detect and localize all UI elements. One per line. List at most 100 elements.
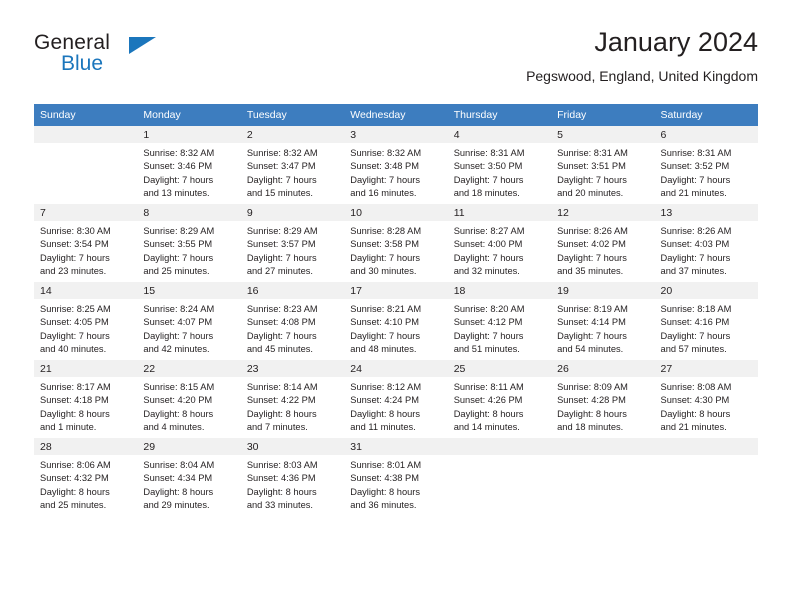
sunrise-text: Sunrise: 8:29 AM	[246, 226, 318, 236]
sunset-text: Sunset: 3:57 PM	[246, 239, 316, 250]
calendar-day-cell[interactable]: 28 Sunrise: 8:06 AM Sunset: 4:32 PM Dayligh…	[34, 438, 138, 516]
calendar-day-cell[interactable]: 2 Sunrise: 8:32 AM Sunset: 3:47 PM Daylight…	[240, 126, 345, 204]
sunset-text: Sunset: 3:50 PM	[453, 161, 523, 172]
day-number-bar: 7	[34, 204, 138, 221]
calendar-day-cell[interactable]: 1 Sunrise: 8:32 AM Sunset: 3:46 PM Daylight…	[137, 126, 241, 204]
calendar-day-cell[interactable]: 3 Sunrise: 8:32 AM Sunset: 3:48 PM Daylight…	[344, 126, 448, 204]
day-cell-inner: 30 Sunrise: 8:03 AM Sunset: 4:36 PM Dayligh…	[240, 438, 345, 516]
calendar-day-cell[interactable]: 19 Sunrise: 8:19 AM Sunset: 4:14 PM Dayligh…	[551, 282, 655, 360]
day-number-bar: 23	[240, 360, 345, 377]
day-number-bar: 19	[551, 282, 655, 299]
day-cell-inner: 1 Sunrise: 8:32 AM Sunset: 3:46 PM Daylight…	[137, 126, 241, 204]
sunset-text: Sunset: 4:26 PM	[453, 395, 523, 406]
daylight-text-line2: and 30 minutes.	[350, 266, 417, 277]
calendar-day-cell[interactable]: 14 Sunrise: 8:25 AM Sunset: 4:05 PM Dayligh…	[34, 282, 138, 360]
sunset-text: Sunset: 4:24 PM	[350, 395, 419, 406]
weekday-header-saturday: Saturday	[654, 104, 758, 126]
sunrise-text: Sunrise: 8:03 AM	[246, 460, 318, 470]
day-cell-inner: 22 Sunrise: 8:15 AM Sunset: 4:20 PM Dayligh…	[137, 360, 241, 438]
day-number: 1	[143, 129, 150, 141]
calendar-week-row: 7 Sunrise: 8:30 AM Sunset: 3:54 PM Daylight…	[34, 204, 758, 282]
day-cell-details: Sunrise: 8:29 AM Sunset: 3:55 PM Daylight:…	[137, 221, 240, 279]
calendar-day-cell[interactable]: 27 Sunrise: 8:08 AM Sunset: 4:30 PM Dayligh…	[654, 360, 758, 438]
calendar-day-cell[interactable]: 17 Sunrise: 8:21 AM Sunset: 4:10 PM Dayligh…	[344, 282, 448, 360]
calendar-day-cell[interactable]: 23 Sunrise: 8:14 AM Sunset: 4:22 PM Dayligh…	[240, 360, 345, 438]
day-number-bar: 20	[654, 282, 758, 299]
day-cell-details: Sunrise: 8:18 AM Sunset: 4:16 PM Daylight:…	[655, 299, 758, 357]
title-block: January 2024 Pegswood, England, United K…	[526, 26, 758, 86]
calendar-day-cell[interactable]: 6 Sunrise: 8:31 AM Sunset: 3:52 PM Daylight…	[654, 126, 758, 204]
sunrise-text: Sunrise: 8:17 AM	[40, 382, 111, 392]
calendar-day-cell[interactable]: 9 Sunrise: 8:29 AM Sunset: 3:57 PM Daylight…	[240, 204, 345, 282]
daylight-text-line1: Daylight: 7 hours	[350, 330, 421, 341]
day-number: 17	[350, 285, 362, 297]
calendar-day-cell[interactable]: 21 Sunrise: 8:17 AM Sunset: 4:18 PM Dayligh…	[34, 360, 138, 438]
daylight-text-line2: and 36 minutes.	[350, 500, 417, 511]
day-cell-inner: 14 Sunrise: 8:25 AM Sunset: 4:05 PM Dayligh…	[34, 282, 138, 360]
sunset-text: Sunset: 4:08 PM	[246, 317, 316, 328]
day-cell-inner: 11 Sunrise: 8:27 AM Sunset: 4:00 PM Dayligh…	[447, 204, 552, 282]
daylight-text-line2: and 23 minutes.	[40, 266, 107, 277]
calendar-day-cell[interactable]: 24 Sunrise: 8:12 AM Sunset: 4:24 PM Dayligh…	[344, 360, 448, 438]
calendar-day-cell[interactable]: 26 Sunrise: 8:09 AM Sunset: 4:28 PM Dayligh…	[551, 360, 655, 438]
calendar-day-cell[interactable]: 5 Sunrise: 8:31 AM Sunset: 3:51 PM Daylight…	[551, 126, 655, 204]
calendar-day-cell[interactable]: 22 Sunrise: 8:15 AM Sunset: 4:20 PM Dayligh…	[137, 360, 241, 438]
day-number: 20	[660, 285, 673, 297]
day-number-bar: 22	[137, 360, 241, 377]
daylight-text-line1: Daylight: 7 hours	[143, 174, 214, 185]
calendar-day-cell[interactable]: 4 Sunrise: 8:31 AM Sunset: 3:50 PM Daylight…	[447, 126, 552, 204]
sunset-text: Sunset: 4:20 PM	[143, 395, 213, 406]
day-number	[34, 126, 137, 129]
calendar-day-cell[interactable]: 13 Sunrise: 8:26 AM Sunset: 4:03 PM Dayligh…	[654, 204, 758, 282]
general-blue-logo: General Blue	[34, 32, 254, 74]
calendar-empty-cell	[551, 438, 655, 516]
calendar-day-cell[interactable]: 8 Sunrise: 8:29 AM Sunset: 3:55 PM Daylight…	[137, 204, 241, 282]
day-cell-details: Sunrise: 8:31 AM Sunset: 3:52 PM Daylight:…	[655, 143, 758, 201]
day-number: 15	[143, 285, 156, 297]
day-cell-details: Sunrise: 8:26 AM Sunset: 4:03 PM Daylight:…	[655, 221, 758, 279]
daylight-text-line2: and 16 minutes.	[350, 188, 417, 199]
daylight-text-line1: Daylight: 7 hours	[40, 330, 110, 341]
day-number-bar: 30	[240, 438, 345, 455]
day-number-bar: 10	[344, 204, 448, 221]
day-number: 4	[453, 129, 460, 141]
sunrise-text: Sunrise: 8:18 AM	[660, 304, 732, 314]
calendar-day-cell[interactable]: 29 Sunrise: 8:04 AM Sunset: 4:34 PM Dayligh…	[137, 438, 241, 516]
calendar-empty-cell	[447, 438, 552, 516]
day-cell-inner: 21 Sunrise: 8:17 AM Sunset: 4:18 PM Dayligh…	[34, 360, 138, 438]
sunset-text: Sunset: 4:22 PM	[246, 395, 316, 406]
day-number: 13	[660, 207, 673, 219]
calendar-day-cell[interactable]: 30 Sunrise: 8:03 AM Sunset: 4:36 PM Dayligh…	[240, 438, 345, 516]
daylight-text-line2: and 25 minutes.	[40, 500, 107, 511]
daylight-text-line1: Daylight: 8 hours	[143, 486, 214, 497]
calendar-day-cell[interactable]: 25 Sunrise: 8:11 AM Sunset: 4:26 PM Dayligh…	[447, 360, 552, 438]
day-cell-details: Sunrise: 8:21 AM Sunset: 4:10 PM Daylight:…	[344, 299, 447, 357]
weekday-header-friday: Friday	[551, 104, 655, 126]
weekday-header-sunday: Sunday	[34, 104, 138, 126]
day-number-bar: 3	[344, 126, 448, 143]
sunrise-text: Sunrise: 8:20 AM	[453, 304, 525, 314]
calendar-day-cell[interactable]: 18 Sunrise: 8:20 AM Sunset: 4:12 PM Dayligh…	[447, 282, 552, 360]
calendar-day-cell[interactable]: 20 Sunrise: 8:18 AM Sunset: 4:16 PM Dayligh…	[654, 282, 758, 360]
sunrise-text: Sunrise: 8:28 AM	[350, 226, 422, 236]
calendar-day-cell[interactable]: 16 Sunrise: 8:23 AM Sunset: 4:08 PM Dayligh…	[240, 282, 345, 360]
sunrise-text: Sunrise: 8:31 AM	[660, 148, 732, 158]
calendar-day-cell[interactable]: 31 Sunrise: 8:01 AM Sunset: 4:38 PM Dayligh…	[344, 438, 448, 516]
day-cell-inner: 27 Sunrise: 8:08 AM Sunset: 4:30 PM Dayligh…	[654, 360, 758, 438]
day-number	[551, 438, 654, 441]
calendar-day-cell[interactable]: 15 Sunrise: 8:24 AM Sunset: 4:07 PM Dayligh…	[137, 282, 241, 360]
day-cell-inner	[654, 438, 758, 516]
day-cell-details: Sunrise: 8:32 AM Sunset: 3:46 PM Daylight:…	[137, 143, 240, 201]
day-number: 24	[350, 363, 362, 375]
calendar-day-cell[interactable]: 12 Sunrise: 8:26 AM Sunset: 4:02 PM Dayligh…	[551, 204, 655, 282]
sunset-text: Sunset: 4:12 PM	[453, 317, 523, 328]
day-cell-details: Sunrise: 8:12 AM Sunset: 4:24 PM Daylight:…	[344, 377, 447, 435]
calendar-day-cell[interactable]: 11 Sunrise: 8:27 AM Sunset: 4:00 PM Dayligh…	[447, 204, 552, 282]
day-cell-inner: 23 Sunrise: 8:14 AM Sunset: 4:22 PM Dayligh…	[240, 360, 345, 438]
calendar-day-cell[interactable]: 10 Sunrise: 8:28 AM Sunset: 3:58 PM Dayligh…	[344, 204, 448, 282]
day-number-bar: 8	[137, 204, 241, 221]
sunrise-text: Sunrise: 8:04 AM	[143, 460, 215, 470]
calendar-day-cell[interactable]: 7 Sunrise: 8:30 AM Sunset: 3:54 PM Daylight…	[34, 204, 138, 282]
day-cell-inner: 4 Sunrise: 8:31 AM Sunset: 3:50 PM Daylight…	[447, 126, 552, 204]
day-number-bar	[551, 438, 655, 455]
